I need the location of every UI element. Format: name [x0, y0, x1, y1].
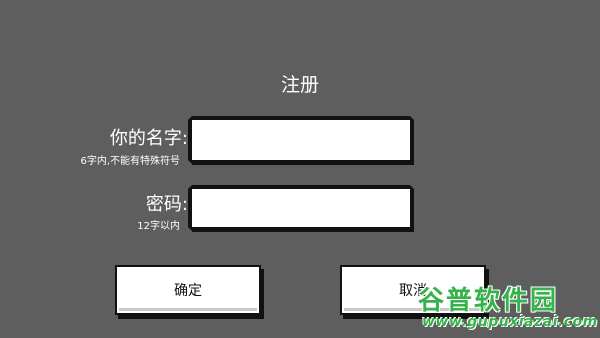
password-hint: 12字以内	[137, 221, 180, 232]
confirm-button-label: 确定	[174, 283, 202, 299]
register-title: 注册	[280, 74, 319, 96]
name-input[interactable]	[192, 120, 410, 160]
password-input[interactable]	[192, 189, 410, 227]
password-label: 密码:	[145, 194, 188, 215]
name-field[interactable]	[192, 120, 410, 160]
watermark-text: 谷普软件园	[418, 286, 559, 316]
watermark-logo: 谷普软件园 www.gupuxiazai.com	[414, 278, 600, 338]
name-label: 你的名字:	[109, 128, 188, 149]
name-hint: 6字内,不能有特殊符号	[80, 156, 180, 167]
password-field[interactable]	[192, 189, 410, 227]
confirm-button[interactable]: 确定	[117, 267, 259, 313]
watermark-url: www.gupuxiazai.com	[422, 314, 598, 330]
